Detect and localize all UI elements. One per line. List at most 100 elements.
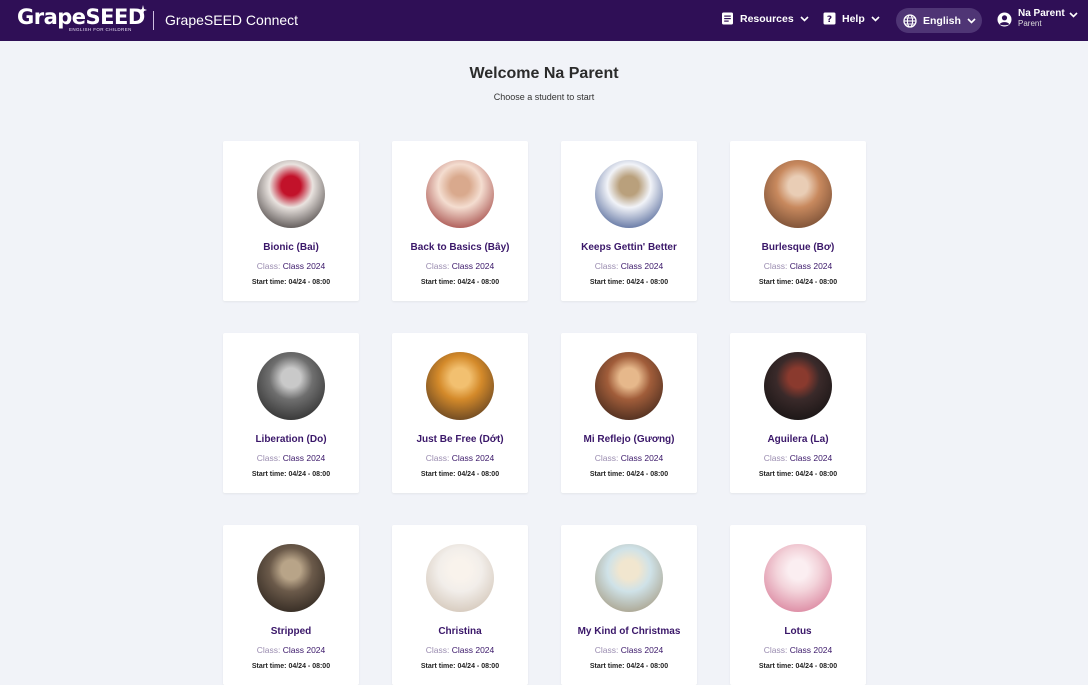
resources-menu[interactable]: Resources [721, 12, 809, 25]
student-avatar [257, 160, 325, 228]
class-value: Class 2024 [789, 261, 833, 271]
start-time: Start time: 04/24 - 08:00 [730, 279, 866, 286]
start-time: Start time: 04/24 - 08:00 [392, 663, 528, 670]
start-time-label: Start time: [420, 279, 456, 286]
student-name: Burlesque (Bơ) [761, 242, 835, 253]
chevron-down-icon [871, 15, 880, 22]
class-label: Class: [594, 261, 619, 271]
student-class: Class: Class 2024 [392, 453, 528, 463]
start-time-value: 04/24 - 08:00 [288, 279, 331, 286]
student-avatar [595, 352, 663, 420]
student-class: Class: Class 2024 [223, 453, 359, 463]
student-card[interactable]: Lotus Class: Class 2024 Start time: 04/2… [730, 525, 866, 685]
start-time: Start time: 04/24 - 08:00 [392, 471, 528, 478]
user-role: Parent [1018, 19, 1042, 28]
start-time: Start time: 04/24 - 08:00 [223, 663, 359, 670]
start-time-value: 04/24 - 08:00 [626, 279, 669, 286]
student-card[interactable]: Christina Class: Class 2024 Start time: … [392, 525, 528, 685]
student-name: Liberation (Do) [255, 434, 327, 445]
student-card[interactable]: Aguilera (La) Class: Class 2024 Start ti… [730, 333, 866, 493]
start-time-value: 04/24 - 08:00 [457, 663, 500, 670]
student-avatar [257, 352, 325, 420]
student-card[interactable]: Liberation (Do) Class: Class 2024 Start … [223, 333, 359, 493]
top-navigation-bar: GrapeSEED ENGLISH FOR CHILDREN GrapeSEED… [0, 0, 1088, 41]
student-card[interactable]: Burlesque (Bơ) Class: Class 2024 Start t… [730, 141, 866, 301]
start-time-label: Start time: [589, 663, 625, 670]
class-value: Class 2024 [789, 453, 833, 463]
student-name: Bionic (Bai) [263, 242, 319, 253]
class-value: Class 2024 [620, 453, 664, 463]
class-label: Class: [256, 453, 281, 463]
student-grid: Bionic (Bai) Class: Class 2024 Start tim… [223, 141, 866, 685]
class-label: Class: [763, 261, 788, 271]
student-class: Class: Class 2024 [561, 645, 697, 655]
help-icon: ? [823, 12, 836, 25]
student-avatar [426, 352, 494, 420]
student-avatar [764, 352, 832, 420]
student-name: Just Be Free (Dớt) [416, 434, 504, 445]
class-value: Class 2024 [620, 261, 664, 271]
language-selector[interactable]: English [896, 8, 982, 33]
student-card[interactable]: Just Be Free (Dớt) Class: Class 2024 Sta… [392, 333, 528, 493]
start-time: Start time: 04/24 - 08:00 [223, 471, 359, 478]
start-time-label: Start time: [758, 471, 794, 478]
student-card[interactable]: Bionic (Bai) Class: Class 2024 Start tim… [223, 141, 359, 301]
start-time-label: Start time: [758, 663, 794, 670]
start-time-value: 04/24 - 08:00 [288, 663, 331, 670]
class-value: Class 2024 [282, 645, 326, 655]
start-time: Start time: 04/24 - 08:00 [561, 471, 697, 478]
start-time-label: Start time: [758, 279, 794, 286]
student-name: Christina [438, 626, 482, 637]
student-name: Keeps Gettin' Better [581, 242, 677, 253]
page-subtitle: Choose a student to start [493, 92, 595, 102]
student-card[interactable]: Stripped Class: Class 2024 Start time: 0… [223, 525, 359, 685]
student-card[interactable]: Keeps Gettin' Better Class: Class 2024 S… [561, 141, 697, 301]
class-value: Class 2024 [789, 645, 833, 655]
student-class: Class: Class 2024 [730, 261, 866, 271]
student-class: Class: Class 2024 [392, 645, 528, 655]
class-value: Class 2024 [282, 261, 326, 271]
student-name: Mi Reflejo (Gương) [583, 434, 675, 445]
class-value: Class 2024 [451, 453, 495, 463]
user-avatar-icon [997, 12, 1012, 26]
start-time-label: Start time: [251, 663, 287, 670]
start-time: Start time: 04/24 - 08:00 [561, 279, 697, 286]
class-value: Class 2024 [282, 453, 326, 463]
student-card[interactable]: Back to Basics (Bây) Class: Class 2024 S… [392, 141, 528, 301]
class-label: Class: [594, 645, 619, 655]
grapeseed-logo[interactable]: GrapeSEED ENGLISH FOR CHILDREN [17, 5, 147, 36]
class-label: Class: [256, 645, 281, 655]
resources-label: Resources [740, 12, 794, 25]
user-menu[interactable]: Na Parent Parent [997, 9, 1078, 29]
class-label: Class: [425, 645, 450, 655]
student-avatar [426, 544, 494, 612]
class-value: Class 2024 [451, 261, 495, 271]
student-class: Class: Class 2024 [730, 453, 866, 463]
start-time-label: Start time: [589, 471, 625, 478]
class-label: Class: [425, 453, 450, 463]
student-class: Class: Class 2024 [561, 453, 697, 463]
header-divider [153, 11, 154, 30]
document-icon [722, 12, 733, 25]
student-name: Aguilera (La) [767, 434, 829, 445]
help-menu[interactable]: ? Help [823, 12, 880, 25]
student-name: Back to Basics (Bây) [410, 242, 510, 253]
start-time-label: Start time: [589, 279, 625, 286]
student-card[interactable]: My Kind of Christmas Class: Class 2024 S… [561, 525, 697, 685]
start-time-value: 04/24 - 08:00 [795, 279, 838, 286]
student-avatar [426, 160, 494, 228]
start-time: Start time: 04/24 - 08:00 [730, 663, 866, 670]
student-card[interactable]: Mi Reflejo (Gương) Class: Class 2024 Sta… [561, 333, 697, 493]
class-label: Class: [763, 453, 788, 463]
sparkle-icon [139, 5, 147, 15]
student-class: Class: Class 2024 [223, 645, 359, 655]
student-avatar [764, 160, 832, 228]
start-time-value: 04/24 - 08:00 [457, 279, 500, 286]
start-time-value: 04/24 - 08:00 [795, 663, 838, 670]
start-time: Start time: 04/24 - 08:00 [730, 471, 866, 478]
class-label: Class: [594, 453, 619, 463]
language-label: English [923, 14, 961, 27]
start-time-value: 04/24 - 08:00 [795, 471, 838, 478]
student-class: Class: Class 2024 [561, 261, 697, 271]
start-time-label: Start time: [251, 471, 287, 478]
